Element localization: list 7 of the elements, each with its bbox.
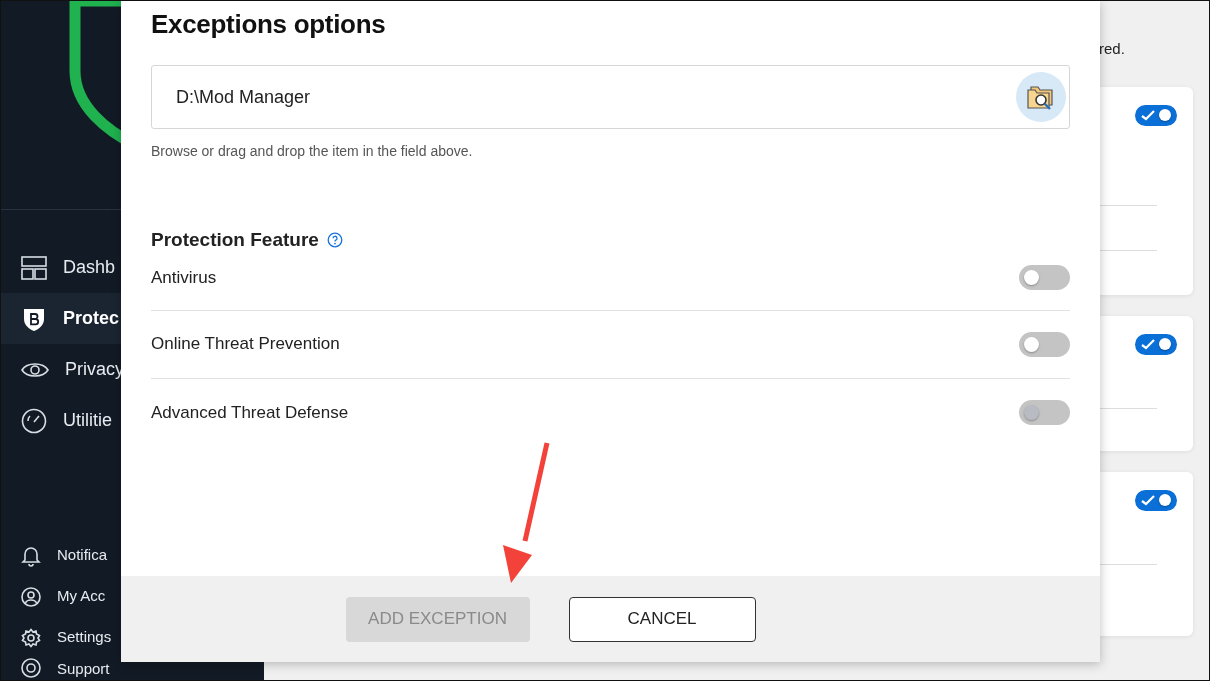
dialog-title: Exceptions options: [151, 9, 387, 41]
section-title: Protection Feature: [151, 228, 319, 253]
feature-label: Advanced Threat Defense: [151, 401, 349, 424]
hint-text: Browse or drag and drop the item in the field above.: [151, 142, 474, 162]
feature-label: Antivirus: [151, 266, 217, 289]
feature-label: Online Threat Prevention: [151, 333, 340, 356]
body-text: red.: [1099, 39, 1125, 59]
